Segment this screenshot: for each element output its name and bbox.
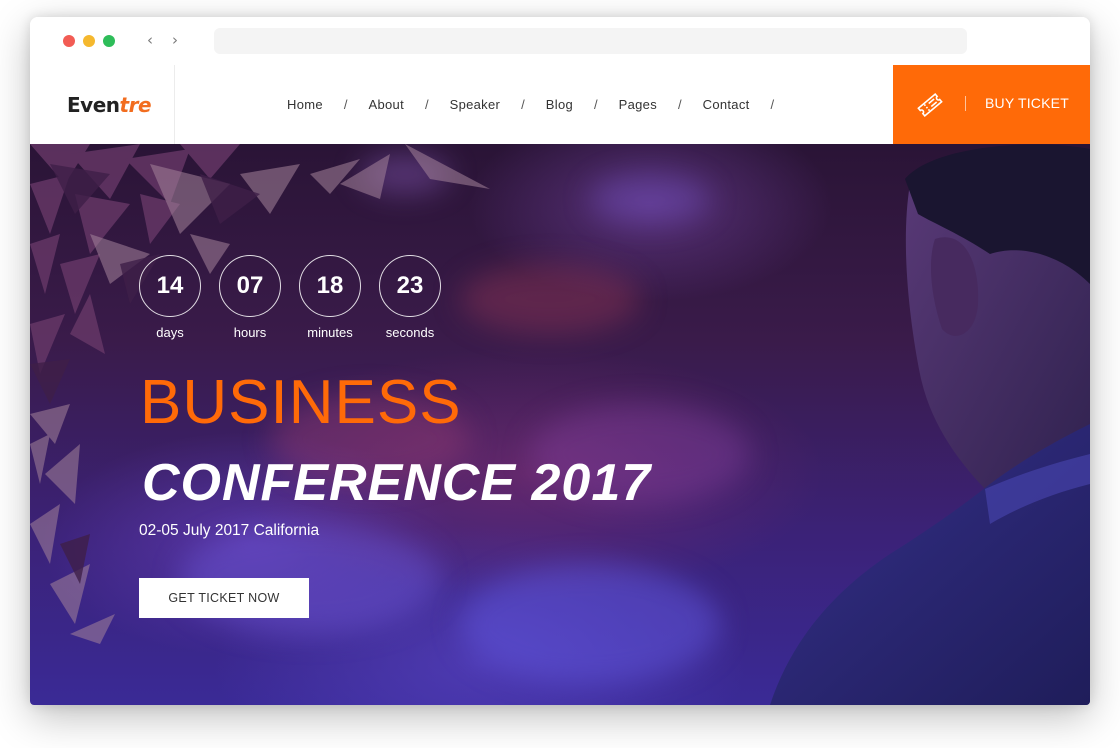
nav-item-blog[interactable]: Blog — [546, 97, 573, 112]
countdown-value: 18 — [299, 255, 361, 317]
browser-toolbar: ‹ › — [30, 17, 1090, 65]
nav-separator: / — [343, 97, 348, 112]
nav-separator: / — [521, 97, 525, 112]
countdown-label: days — [156, 325, 184, 340]
countdown-label: hours — [233, 325, 267, 340]
nav-separator: / — [425, 97, 429, 112]
logo-text-accent: tre — [119, 93, 152, 117]
chevron-right-icon[interactable]: › — [166, 29, 184, 51]
countdown-value: 23 — [379, 255, 441, 317]
buy-ticket-divider — [965, 96, 966, 111]
countdown-value: 14 — [139, 255, 201, 317]
hero-banner: 14 days 07 hours 18 minutes 23 seconds B… — [30, 144, 1090, 705]
countdown-days: 14 days — [139, 255, 201, 340]
minimize-window-button[interactable] — [83, 35, 95, 47]
hero-title-primary: BUSINESS — [140, 368, 462, 437]
nav-separator: / — [678, 97, 682, 112]
nav-item-contact[interactable]: Contact — [703, 97, 750, 112]
countdown-seconds: 23 seconds — [379, 255, 441, 340]
chevron-left-icon[interactable]: ‹ — [141, 29, 159, 51]
nav-item-about[interactable]: About — [369, 97, 404, 112]
nav-item-home[interactable]: Home — [287, 97, 323, 112]
nav-separator: / — [594, 97, 598, 112]
event-date-location: 02-05 July 2017 California — [139, 522, 320, 539]
buy-ticket-button[interactable]: BUY TICKET — [893, 65, 1090, 144]
nav-separator: / — [770, 97, 775, 112]
browser-window: ‹ › Eventre Home / About / Speaker / Blo… — [30, 17, 1090, 705]
logo-text-primary: Even — [67, 93, 120, 117]
site-logo[interactable]: Eventre — [67, 93, 152, 117]
site-header: Eventre Home / About / Speaker / Blog / … — [30, 65, 1090, 144]
logo-divider — [174, 65, 175, 144]
nav-item-speaker[interactable]: Speaker — [450, 97, 501, 112]
countdown-timer: 14 days 07 hours 18 minutes 23 seconds — [139, 255, 459, 340]
main-nav: Home / About / Speaker / Blog / Pages / … — [287, 65, 795, 144]
countdown-value: 07 — [219, 255, 281, 317]
ticket-icon — [917, 92, 943, 118]
countdown-minutes: 18 minutes — [299, 255, 361, 340]
buy-ticket-label: BUY TICKET — [985, 95, 1069, 111]
get-ticket-button[interactable]: GET TICKET NOW — [139, 578, 309, 618]
countdown-label: seconds — [385, 325, 435, 340]
countdown-label: minutes — [307, 325, 353, 340]
address-bar[interactable] — [214, 28, 967, 54]
countdown-hours: 07 hours — [219, 255, 281, 340]
hero-title-secondary: CONFERENCE 2017 — [142, 454, 652, 512]
maximize-window-button[interactable] — [103, 35, 115, 47]
close-window-button[interactable] — [63, 35, 75, 47]
nav-item-pages[interactable]: Pages — [619, 97, 657, 112]
